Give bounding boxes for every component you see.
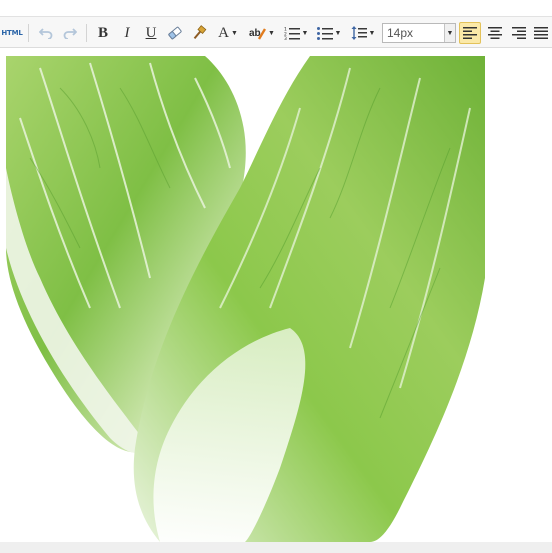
editor-toolbar: HTML B I U A ▼ ab ▼ 1 2 3 ▼ ▼ ▼ 14px ▼ [0,16,552,48]
ordered-list-icon: 1 2 3 [284,27,300,40]
font-size-value: 14px [387,26,414,40]
chevron-down-icon: ▼ [230,29,238,37]
toolbar-separator [86,24,87,42]
font-color-icon: A [218,24,229,41]
window-top-strip [0,0,552,16]
align-left-icon [463,27,477,39]
line-height-icon [351,26,367,40]
editor-content-area[interactable] [0,48,552,542]
chevron-down-icon[interactable]: ▼ [444,24,455,42]
highlight-color-icon: ab [249,28,267,40]
clear-format-button[interactable] [165,22,185,44]
font-size-select[interactable]: 14px ▼ [382,23,456,43]
undo-icon [39,28,53,39]
svg-text:3: 3 [284,36,287,40]
eraser-icon [168,26,182,40]
chevron-down-icon: ▼ [268,29,275,37]
undo-button[interactable] [36,22,56,44]
justify-icon [534,27,548,39]
align-right-button[interactable] [508,22,530,44]
align-right-icon [512,27,526,39]
justify-button[interactable] [531,22,551,44]
chevron-down-icon: ▼ [301,29,309,37]
italic-icon: I [124,24,130,41]
ordered-list-button[interactable]: 1 2 3 ▼ [282,22,310,44]
format-painter-button[interactable] [189,22,209,44]
redo-button[interactable] [60,22,80,44]
redo-icon [63,28,77,39]
line-height-button[interactable]: ▼ [349,22,377,44]
chevron-down-icon: ▼ [368,29,376,37]
underline-icon: U [145,24,157,41]
align-left-button[interactable] [459,22,481,44]
unordered-list-icon [316,27,333,40]
underline-button[interactable]: U [141,22,161,44]
align-center-icon [488,27,502,39]
align-center-button[interactable] [484,22,506,44]
chevron-down-icon: ▼ [334,29,342,37]
bold-icon: B [97,24,108,41]
napa-cabbage-image [6,56,485,542]
bold-button[interactable]: B [93,22,113,44]
format-painter-icon [193,25,207,40]
highlight-color-button[interactable]: ab ▼ [247,22,277,44]
italic-button[interactable]: I [117,22,137,44]
editor-status-bar [0,542,552,553]
unordered-list-button[interactable]: ▼ [315,22,343,44]
html-source-button[interactable]: HTML [1,22,23,44]
toolbar-separator [28,24,29,42]
html-source-label: HTML [1,29,23,37]
font-color-button[interactable]: A ▼ [213,22,243,44]
